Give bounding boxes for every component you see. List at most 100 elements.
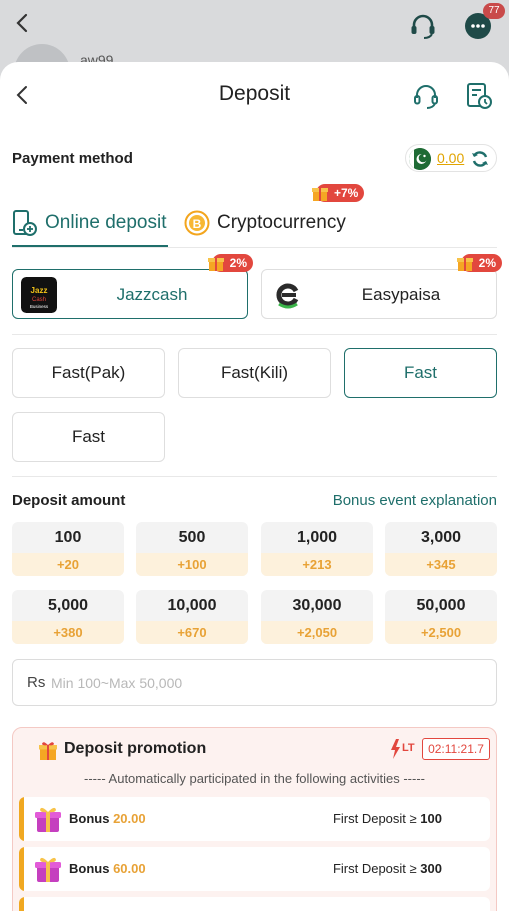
- bonus-item-accent: [19, 847, 24, 891]
- amount-value: 1,000: [296, 529, 338, 546]
- lt-label: LT: [402, 742, 415, 754]
- refresh-icon[interactable]: [470, 149, 490, 169]
- tab-online-deposit[interactable]: Online deposit: [12, 200, 168, 247]
- deposit-history-icon[interactable]: [464, 81, 494, 111]
- bonus-threshold: 100: [420, 811, 442, 826]
- deposit-promotion-panel: Deposit promotion LT 02:11:21.7 ----- Au…: [12, 727, 497, 911]
- gift-box-icon: [35, 857, 61, 882]
- bonus-item-accent: [19, 897, 24, 911]
- gift-icon: [456, 258, 473, 271]
- bonus-item: Bonus 20.00 First Deposit ≥ 100: [19, 797, 490, 841]
- tab-cryptocurrency[interactable]: B Cryptocurrency +7%: [184, 184, 365, 247]
- amount-value: 30,000: [292, 597, 342, 614]
- method-easypaisa-label: Easypaisa: [361, 285, 441, 304]
- method-jazzcash[interactable]: Jazz Cash Business Jazzcash 2%: [12, 254, 253, 319]
- amount-option[interactable]: 30,000 +2,050: [261, 590, 373, 644]
- amount-value: 5,000: [47, 597, 89, 614]
- amount-input[interactable]: [51, 670, 451, 696]
- deposit-amount-label: Deposit amount: [12, 492, 126, 509]
- currency-label: Rs: [27, 674, 46, 691]
- bonus-text: Bonus 20.00: [69, 811, 146, 826]
- amount-bonus: +100: [136, 553, 248, 576]
- svg-text:Business: Business: [30, 304, 49, 309]
- amount-value: 100: [54, 529, 82, 546]
- jazzcash-logo-icon: Jazz CashBusiness: [21, 277, 57, 313]
- payment-method-row: Payment method 0.00: [12, 144, 497, 174]
- channel-options: Fast(Pak) Fast(Kili) Fast Fast: [12, 348, 497, 462]
- amount-bonus: +670: [136, 621, 248, 644]
- channel-fast-kili[interactable]: Fast(Kili): [178, 348, 331, 398]
- bonus-condition: First Deposit ≥ 300: [333, 861, 442, 876]
- bonus-explanation-link[interactable]: Bonus event explanation: [333, 492, 497, 509]
- amount-option[interactable]: 5,000 +380: [12, 590, 124, 644]
- svg-text:B: B: [193, 217, 202, 231]
- tab-cryptocurrency-label: Cryptocurrency: [217, 212, 346, 233]
- jazzcash-promo-text: 2%: [229, 256, 247, 270]
- bonus-item: [19, 897, 490, 911]
- gift-box-icon: [33, 904, 63, 911]
- pakistan-flag-icon: [409, 148, 431, 170]
- bonus-threshold: 300: [420, 861, 442, 876]
- promotion-title: Deposit promotion: [64, 740, 207, 757]
- amount-option[interactable]: 10,000 +670: [136, 590, 248, 644]
- amount-bonus: +20: [12, 553, 124, 576]
- easypaisa-promo-text: 2%: [478, 256, 496, 270]
- amount-bonus: +2,050: [261, 621, 373, 644]
- bonus-condition-label: First Deposit ≥: [332, 861, 417, 876]
- method-easypaisa[interactable]: Easypaisa 2%: [261, 254, 502, 319]
- bitcoin-icon: B: [184, 210, 210, 236]
- amount-value: 10,000: [167, 597, 217, 614]
- deposit-amount-row: Deposit amount Bonus event explanation: [12, 490, 497, 512]
- bonus-item: Bonus 60.00 First Deposit ≥ 300: [19, 847, 490, 891]
- crypto-promo-text: +7%: [334, 186, 359, 200]
- customer-support-icon[interactable]: [411, 81, 441, 111]
- svg-text:Cash: Cash: [32, 297, 46, 303]
- background-back-icon[interactable]: [12, 12, 32, 34]
- tab-online-deposit-label: Online deposit: [45, 212, 167, 233]
- bonus-label: Bonus: [69, 861, 110, 876]
- bonus-label: Bonus: [69, 811, 110, 826]
- amount-bonus: +345: [385, 553, 497, 576]
- sheet-header: Deposit: [0, 62, 509, 128]
- countdown: LT 02:11:21.7: [390, 738, 490, 760]
- gift-icon: [207, 258, 224, 271]
- amount-option[interactable]: 1,000 +213: [261, 522, 373, 576]
- amount-value: 3,000: [420, 529, 462, 546]
- bonus-text: Bonus 60.00: [69, 861, 146, 876]
- payment-methods: Jazz Cash Business Jazzcash 2% Easypaisa 2…: [12, 254, 502, 319]
- channel-fast-2[interactable]: Fast: [12, 412, 165, 462]
- bonus-item-accent: [19, 797, 24, 841]
- gift-box-icon: [35, 807, 61, 832]
- amount-option[interactable]: 500 +100: [136, 522, 248, 576]
- amount-value: 500: [178, 529, 206, 546]
- method-jazzcash-label: Jazzcash: [116, 285, 188, 304]
- notification-badge: 77: [483, 3, 505, 19]
- amount-bonus: +213: [261, 553, 373, 576]
- balance-pill: 0.00: [405, 144, 497, 172]
- divider: [12, 334, 497, 335]
- bonus-condition-label: First Deposit ≥: [332, 811, 417, 826]
- payment-method-label: Payment method: [12, 150, 133, 167]
- bonus-amount: 20.00: [113, 811, 146, 826]
- amount-option[interactable]: 100 +20: [12, 522, 124, 576]
- background-headset-icon[interactable]: [408, 11, 438, 41]
- svg-text:Jazz: Jazz: [31, 286, 48, 295]
- balance-value: 0.00: [437, 150, 465, 166]
- gift-icon: [39, 742, 57, 760]
- amount-options: 100 +20 500 +100 1,000 +213 3,000 +345 5,000…: [12, 522, 497, 646]
- amount-option[interactable]: 50,000 +2,500: [385, 590, 497, 644]
- divider: [12, 476, 497, 477]
- deposit-type-tabs: Online deposit B Cryptocurrency +7%: [12, 184, 497, 248]
- channel-fast[interactable]: Fast: [344, 348, 497, 398]
- amount-bonus: +380: [12, 621, 124, 644]
- deposit-sheet: Deposit Payment method 0.00 Online depos…: [0, 62, 509, 911]
- amount-value: 50,000: [416, 597, 466, 614]
- bonus-condition: First Deposit ≥ 100: [333, 811, 442, 826]
- promotion-subtitle: ----- Automatically participated in the …: [84, 771, 425, 786]
- channel-fast-pak[interactable]: Fast(Pak): [12, 348, 165, 398]
- mobile-deposit-icon: [13, 210, 37, 236]
- amount-option[interactable]: 3,000 +345: [385, 522, 497, 576]
- amount-bonus: +2,500: [385, 621, 497, 644]
- crypto-promo-tag: +7%: [312, 184, 365, 202]
- easypaisa-promo-tag: 2%: [456, 254, 502, 272]
